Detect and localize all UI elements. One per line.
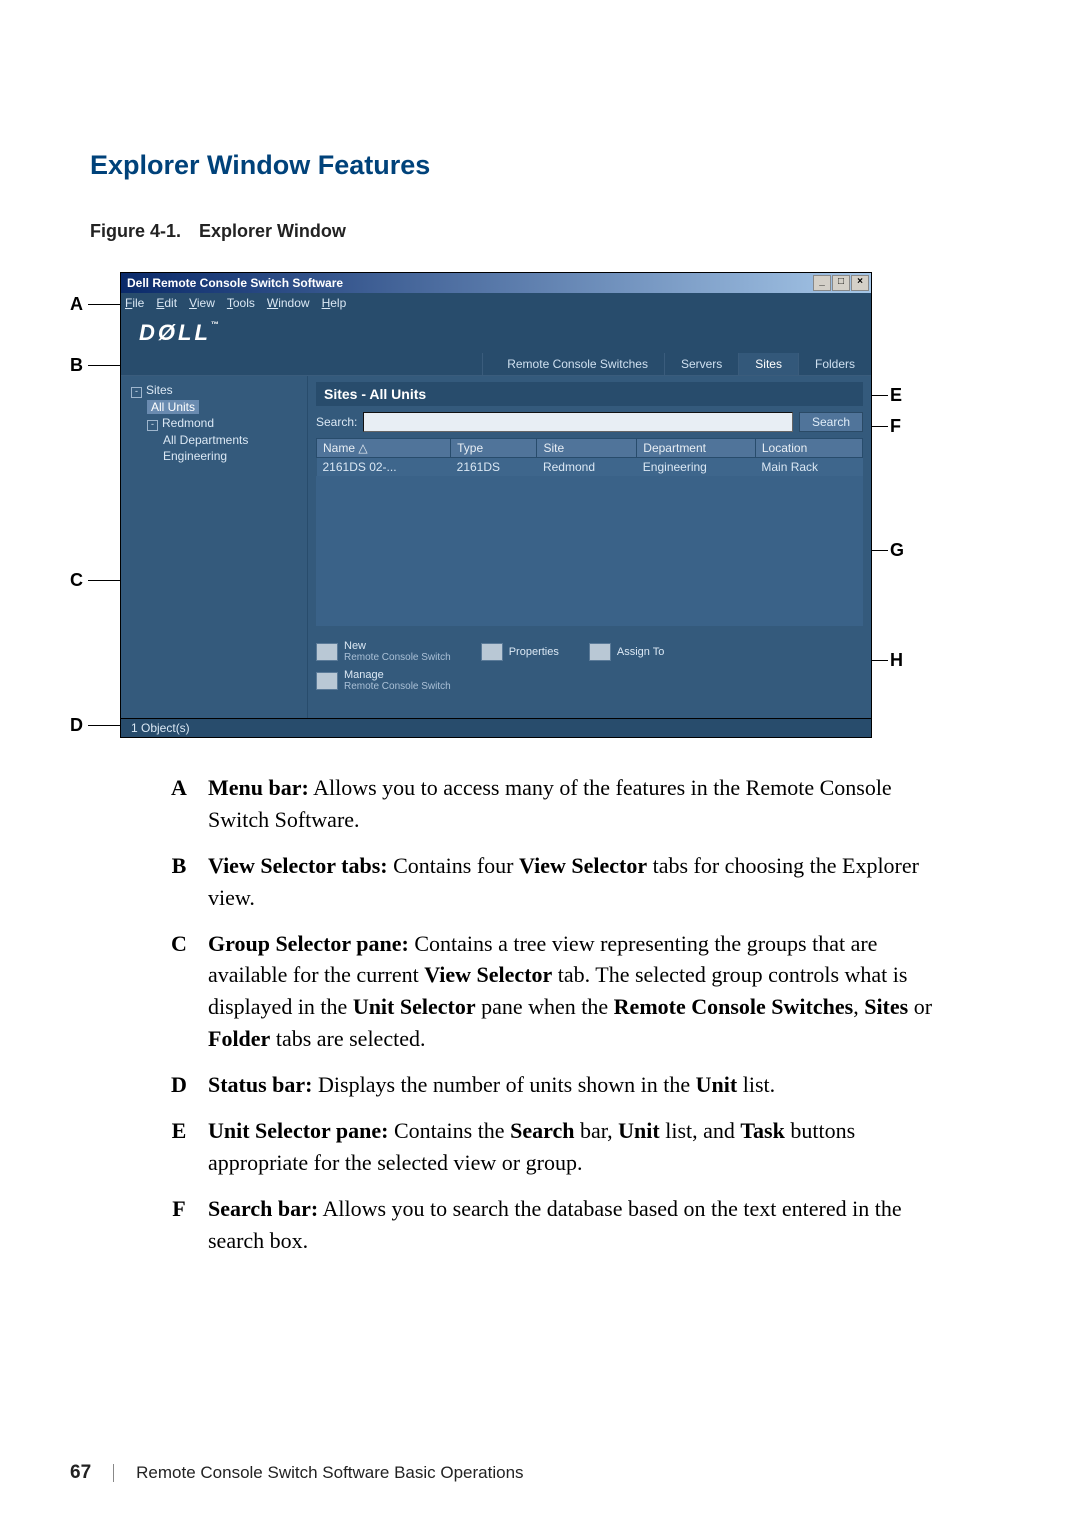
menu-bar: File Edit View Tools Window Help [121, 293, 871, 313]
tree-node-all-departments[interactable]: All Departments [125, 432, 303, 448]
properties-icon [481, 643, 503, 661]
tree-node-sites[interactable]: -Sites [125, 382, 303, 399]
assign-icon [589, 643, 611, 661]
callout-D: D [70, 715, 83, 736]
view-selector-tabs: Remote Console Switches Servers Sites Fo… [121, 353, 871, 376]
tab-servers[interactable]: Servers [664, 353, 738, 375]
col-department[interactable]: Department [637, 439, 756, 458]
legend-text-E: Unit Selector pane: Contains the Search … [208, 1115, 950, 1179]
page-footer: 67 Remote Console Switch Software Basic … [70, 1462, 524, 1484]
status-text: 1 Object(s) [131, 721, 190, 735]
callout-E: E [890, 385, 902, 406]
tab-folders[interactable]: Folders [798, 353, 871, 375]
callout-B: B [70, 355, 83, 376]
legend-text-B: View Selector tabs: Contains four View S… [208, 850, 950, 914]
figure-image: A B C D E F G H Dell Remote Console Swit… [80, 272, 990, 752]
unit-selector-pane: Sites - All Units Search: Search Name △ … [308, 376, 871, 718]
col-site[interactable]: Site [537, 439, 637, 458]
menu-tools[interactable]: Tools [227, 296, 255, 310]
search-input[interactable] [363, 412, 793, 432]
group-selector-pane: -Sites All Units -Redmond All Department… [121, 376, 308, 718]
figure-caption: Figure 4-1. Explorer Window [90, 221, 990, 242]
search-button[interactable]: Search [799, 412, 863, 432]
pane-header: Sites - All Units [316, 382, 863, 406]
unit-list-body [316, 476, 863, 626]
legend-text-D: Status bar: Displays the number of units… [208, 1069, 950, 1101]
minimize-button[interactable]: _ [813, 275, 831, 291]
page-number: 67 [70, 1462, 91, 1484]
callout-F: F [890, 416, 901, 437]
tree-node-redmond[interactable]: -Redmond [125, 415, 303, 432]
trademark: ™ [211, 320, 219, 329]
tab-remote-console-switches[interactable]: Remote Console Switches [482, 353, 664, 375]
callout-line [88, 725, 120, 726]
status-bar: 1 Object(s) [121, 718, 871, 737]
task-label: Manage [344, 669, 384, 681]
search-bar: Search: Search [316, 412, 863, 432]
menu-view[interactable]: View [189, 296, 215, 310]
maximize-button[interactable]: □ [832, 275, 850, 291]
col-name[interactable]: Name △ [317, 439, 451, 458]
manage-icon [316, 672, 338, 690]
tab-sites[interactable]: Sites [738, 353, 798, 375]
task-buttons: New Remote Console Switch Properties Ass… [316, 640, 863, 663]
legend-text-A: Menu bar: Allows you to access many of t… [208, 772, 950, 836]
legend: A Menu bar: Allows you to access many of… [150, 772, 950, 1257]
legend-letter: C [150, 928, 208, 1056]
callout-G: G [890, 540, 904, 561]
close-button[interactable]: × [851, 275, 869, 291]
switch-icon [316, 643, 338, 661]
logo-text: DØLL [139, 320, 211, 345]
logo-area: DØLL™ [121, 313, 871, 353]
callout-H: H [890, 650, 903, 671]
callout-C: C [70, 570, 83, 591]
section-heading: Explorer Window Features [90, 150, 990, 181]
col-type[interactable]: Type [451, 439, 537, 458]
legend-letter: A [150, 772, 208, 836]
legend-text-C: Group Selector pane: Contains a tree vie… [208, 928, 950, 1056]
task-assign-to[interactable]: Assign To [589, 640, 665, 663]
footer-separator [113, 1464, 114, 1482]
legend-letter: F [150, 1193, 208, 1257]
task-label: Assign To [617, 646, 665, 658]
col-location[interactable]: Location [755, 439, 862, 458]
task-sublabel: Remote Console Switch [344, 681, 451, 692]
callout-line [88, 304, 120, 305]
legend-letter: D [150, 1069, 208, 1101]
legend-letter: E [150, 1115, 208, 1179]
tree-node-engineering[interactable]: Engineering [125, 448, 303, 464]
menu-help[interactable]: Help [322, 296, 347, 310]
legend-text-F: Search bar: Allows you to search the dat… [208, 1193, 950, 1257]
window-titlebar: Dell Remote Console Switch Software _ □ … [121, 273, 871, 293]
task-label: Properties [509, 646, 559, 658]
window-title: Dell Remote Console Switch Software [127, 276, 343, 290]
dell-logo: DØLL™ [139, 320, 219, 346]
task-manage-switch[interactable]: Manage Remote Console Switch [316, 669, 451, 692]
menu-edit[interactable]: Edit [156, 296, 177, 310]
unit-table: Name △ Type Site Department Location 216… [316, 438, 863, 476]
callout-A: A [70, 294, 83, 315]
chapter-title: Remote Console Switch Software Basic Ope… [136, 1463, 523, 1483]
legend-letter: B [150, 850, 208, 914]
tree-node-all-units[interactable]: All Units [125, 399, 303, 415]
explorer-window: Dell Remote Console Switch Software _ □ … [120, 272, 872, 738]
search-label: Search: [316, 415, 357, 429]
task-sublabel: Remote Console Switch [344, 652, 451, 663]
task-label: New [344, 640, 366, 652]
table-row[interactable]: 2161DS 02-... 2161DS Redmond Engineering… [317, 458, 863, 477]
menu-window[interactable]: Window [267, 296, 310, 310]
task-new-switch[interactable]: New Remote Console Switch [316, 640, 451, 663]
menu-file[interactable]: File [125, 296, 144, 310]
task-properties[interactable]: Properties [481, 640, 559, 663]
